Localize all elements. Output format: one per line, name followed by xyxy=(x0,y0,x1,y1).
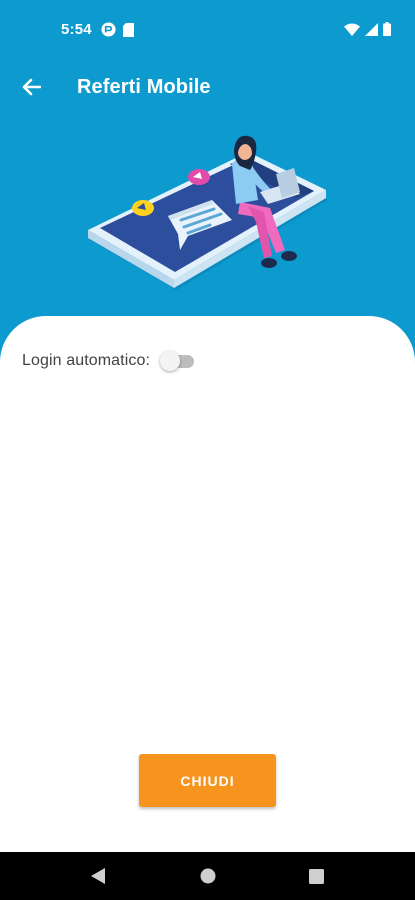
status-right-icons xyxy=(344,22,391,41)
hero-illustration xyxy=(80,122,340,307)
signal-icon xyxy=(365,22,378,41)
auto-login-row: Login automatico: xyxy=(22,349,196,373)
home-circle-icon xyxy=(200,868,216,884)
wifi-icon xyxy=(344,23,360,41)
status-bar: 5:54 xyxy=(0,0,415,60)
auto-login-toggle[interactable] xyxy=(160,351,196,371)
auto-login-label: Login automatico: xyxy=(22,352,151,369)
toggle-thumb xyxy=(160,351,181,371)
page-title: Referti Mobile xyxy=(77,76,211,98)
nav-back-button[interactable] xyxy=(86,864,110,888)
sync-icon xyxy=(101,22,116,42)
recents-square-icon xyxy=(308,868,324,884)
close-button[interactable]: CHIUDI xyxy=(139,754,276,807)
back-button[interactable] xyxy=(14,70,48,104)
status-left-icons xyxy=(101,22,134,42)
nav-recents-button[interactable] xyxy=(304,864,328,888)
status-time: 5:54 xyxy=(61,21,92,38)
battery-icon xyxy=(383,22,391,41)
nav-home-button[interactable] xyxy=(196,864,220,888)
sim-card-icon xyxy=(123,22,134,42)
arrow-left-icon xyxy=(22,78,41,96)
navigation-bar xyxy=(0,852,415,900)
app-bar: Referti Mobile xyxy=(0,60,415,116)
back-triangle-icon xyxy=(91,868,105,884)
